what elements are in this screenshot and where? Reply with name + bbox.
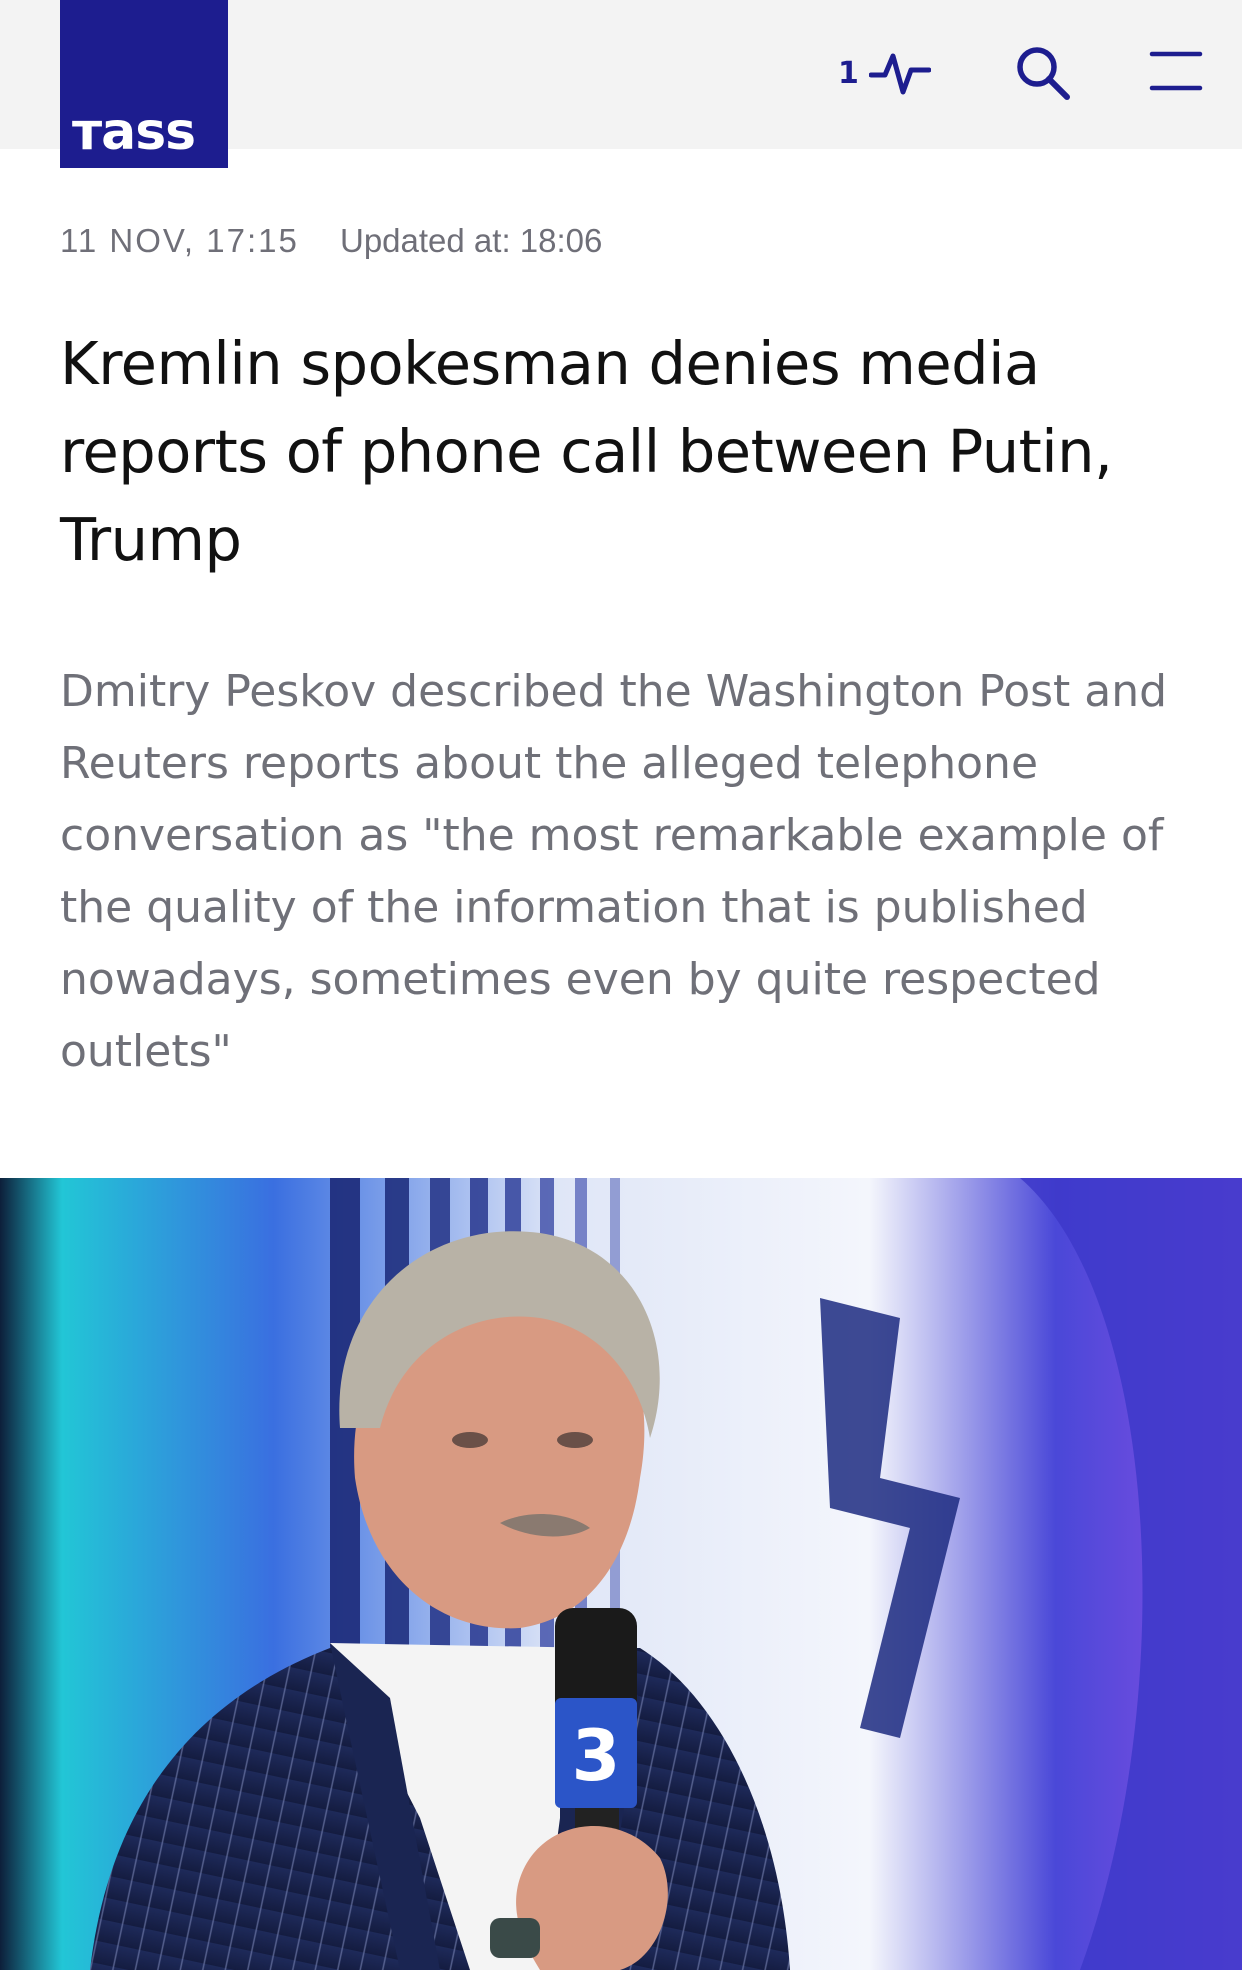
publish-date: 11 NOV, 17:15	[60, 222, 299, 259]
article-title: Kremlin spokesman denies media reports o…	[60, 329, 1113, 574]
pulse-icon	[868, 53, 931, 95]
pulse-count: 1	[838, 55, 859, 91]
tass-logo[interactable]: тass	[60, 0, 228, 168]
article-meta: 11 NOV, 17:15 Updated at: 18:06	[60, 222, 602, 260]
menu-icon[interactable]	[1148, 50, 1204, 94]
search-icon[interactable]	[1014, 44, 1072, 102]
logo-text: тass	[72, 102, 196, 162]
article-lead: Dmitry Peskov described the Washington P…	[60, 666, 1168, 1077]
svg-text:3: 3	[572, 1715, 621, 1797]
updated-time: Updated at: 18:06	[340, 222, 603, 259]
article-photo: 3	[0, 1178, 1242, 1970]
top-bar: тass 1	[0, 0, 1242, 168]
news-pulse-button[interactable]: 1	[838, 48, 931, 98]
